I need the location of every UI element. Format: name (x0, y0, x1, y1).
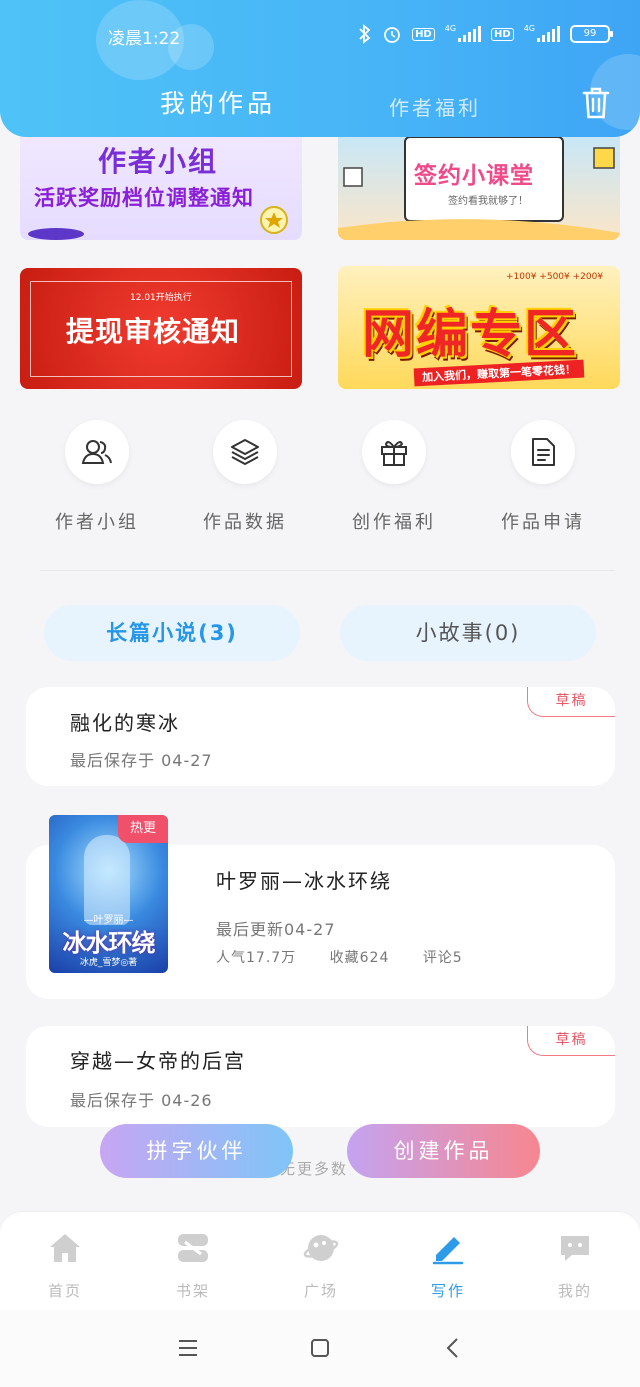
entry-work-data[interactable]: 作品数据 (185, 420, 305, 534)
bottom-nav: 首页 书架 广场 写作 我的 (0, 1212, 640, 1310)
draft-badge: 草稿 (527, 687, 615, 717)
banner-title: 提现审核通知 (66, 315, 241, 348)
document-icon (532, 438, 555, 466)
alarm-icon (384, 27, 400, 43)
work-card[interactable]: 草稿 穿越—女帝的后宫 最后保存于 04-26 (26, 1026, 615, 1127)
bookshelf-icon (178, 1234, 208, 1262)
nav-mine[interactable]: 我的 (535, 1230, 615, 1301)
entry-icon-circle (511, 420, 575, 484)
signal-icon (537, 26, 560, 42)
entry-label: 作品申请 (501, 512, 585, 533)
app-header: 凌晨1:22 HD 4G HD 4G 99 我的作品 作者福利 (0, 0, 640, 137)
banner-editor-zone[interactable]: +100¥ +500¥ +200¥ 网编专区 加入我们，赚取第一笔零花钱！ (338, 266, 620, 389)
work-updated-time: 最后更新04-27 (216, 920, 336, 939)
planet-icon (303, 1235, 339, 1261)
network-label: 4G (444, 23, 457, 33)
banner-title: 网编专区 (362, 305, 579, 365)
trash-icon[interactable] (581, 86, 611, 120)
work-card[interactable]: 草稿 融化的寒冰 最后保存于 04-27 (26, 687, 615, 786)
home-icon (50, 1234, 80, 1262)
chat-bubble-icon (561, 1236, 589, 1261)
network-label: 4G (523, 23, 535, 33)
entry-label: 作者小组 (55, 512, 139, 533)
battery-icon: 99 (570, 25, 613, 43)
tab-long-novel[interactable]: 长篇小说(3) (44, 605, 300, 661)
nav-home[interactable]: 首页 (25, 1230, 105, 1301)
bluetooth-icon (359, 24, 371, 44)
system-nav-bar (0, 1310, 640, 1387)
entry-icon-circle (213, 420, 277, 484)
entry-label: 创作福利 (352, 512, 436, 533)
banner-subtitle: 12.01开始执行 (130, 293, 192, 303)
tab-author-benefits[interactable]: 作者福利 (389, 92, 481, 121)
hot-update-badge: 热更 (118, 815, 168, 843)
work-favorites: 收藏624 (329, 950, 390, 966)
work-comments: 评论5 (422, 950, 463, 966)
nav-label: 广场 (303, 1282, 338, 1300)
entry-icon-circle (362, 420, 426, 484)
status-bar: 凌晨1:22 HD 4G HD 4G 99 (0, 22, 640, 52)
gift-icon (381, 441, 407, 466)
nav-write[interactable]: 写作 (408, 1230, 488, 1301)
banner-rewards: +100¥ +500¥ +200¥ (506, 272, 604, 282)
signal-icon (458, 26, 482, 42)
pen-icon (432, 1237, 464, 1265)
create-work-button[interactable]: 创建作品 (347, 1124, 540, 1178)
hd-badge: HD (491, 27, 514, 41)
tab-short-story[interactable]: 小故事(0) (340, 605, 596, 661)
layers-icon (231, 439, 259, 465)
hd-badge: HD (412, 27, 435, 41)
draft-badge: 草稿 (527, 1026, 615, 1056)
work-title: 叶罗丽—冰水环绕 (216, 869, 392, 893)
work-stats: 人气17.7万 收藏624 评论5 (216, 947, 463, 967)
entry-creation-benefits[interactable]: 创作福利 (334, 420, 454, 534)
work-title: 穿越—女帝的后宫 (70, 1049, 246, 1073)
users-icon (81, 440, 112, 464)
menu-icon[interactable] (176, 1336, 200, 1360)
work-title: 融化的寒冰 (70, 711, 180, 735)
status-icons: HD 4G HD 4G 99 (358, 23, 613, 44)
entry-author-group[interactable]: 作者小组 (37, 420, 157, 534)
cover-author: 冰虎_雪梦◎著 (79, 958, 138, 968)
back-icon[interactable] (442, 1336, 466, 1360)
nav-bookshelf[interactable]: 书架 (153, 1230, 233, 1301)
entry-icon-circle (65, 420, 129, 484)
entry-work-application[interactable]: 作品申请 (483, 420, 603, 534)
work-saved-time: 最后保存于 04-27 (70, 751, 213, 770)
section-divider (40, 570, 615, 571)
banner-withdraw-notice[interactable]: 12.01开始执行 提现审核通知 (20, 268, 302, 389)
book-cover[interactable]: 热更 —叶罗丽— 冰水环绕 冰虎_雪梦◎著 (49, 815, 168, 973)
banner-subtitle: 活跃奖励档位调整通知 (34, 186, 254, 210)
nav-label: 我的 (557, 1282, 592, 1300)
status-time: 凌晨1:22 (108, 29, 181, 49)
nav-label: 书架 (175, 1282, 210, 1300)
nav-label: 写作 (430, 1282, 465, 1300)
work-saved-time: 最后保存于 04-26 (70, 1091, 213, 1110)
home-square-icon[interactable] (308, 1336, 332, 1360)
writing-partner-button[interactable]: 拼字伙伴 (100, 1124, 293, 1178)
nav-label: 首页 (47, 1282, 82, 1300)
tab-my-works[interactable]: 我的作品 (160, 84, 276, 120)
nav-plaza[interactable]: 广场 (281, 1230, 361, 1301)
entry-label: 作品数据 (203, 512, 287, 533)
banner-title: 作者小组 (98, 145, 219, 178)
banner-title: 签约小课堂 (414, 163, 534, 189)
work-popularity: 人气17.7万 (216, 950, 297, 966)
banner-subtitle: 签约看我就够了！ (448, 196, 528, 207)
cover-title: 冰水环绕 (62, 929, 156, 957)
